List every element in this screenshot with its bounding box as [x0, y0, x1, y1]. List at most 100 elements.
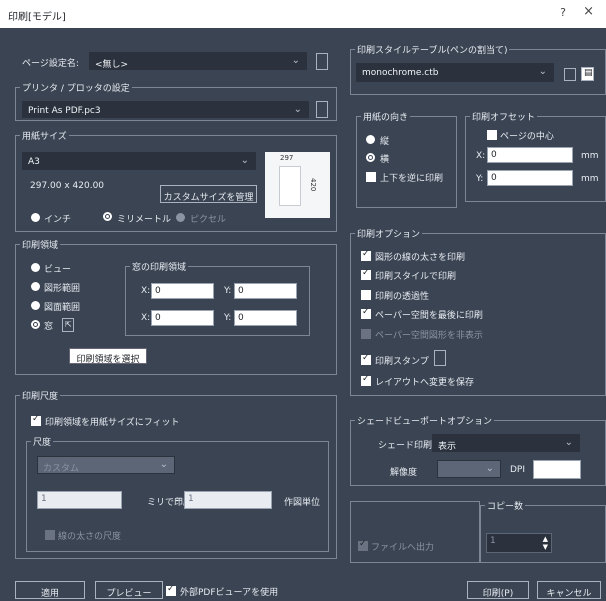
printer-properties-button[interactable]	[316, 101, 328, 118]
chevron-down-icon: ⌄	[293, 104, 302, 115]
external-pdf-viewer-label: 外部PDFビューアを使用	[180, 588, 279, 598]
offset-x-label: X:	[476, 151, 486, 161]
window-x2-input[interactable]: 0	[151, 310, 214, 326]
paper-preview-width: 297	[280, 154, 294, 162]
chevron-down-icon: ⌄	[240, 155, 249, 166]
unit-mm-label: ミリメートル	[117, 215, 172, 225]
save-layout-label: レイアウトへ変更を保存	[375, 378, 475, 388]
copies-input[interactable]: 1 ▲ ▼	[486, 533, 552, 553]
document-icon: ▤	[584, 68, 593, 78]
orientation-group: 用紙の向き	[356, 110, 457, 208]
fit-to-paper-checkbox[interactable]	[31, 414, 41, 426]
paperspace-last-checkbox[interactable]	[361, 307, 371, 319]
print-area-extents-label: 図形範囲	[44, 284, 81, 294]
plot-transparency-label: 印刷の透過性	[375, 292, 430, 302]
unit-mm-radio[interactable]	[103, 212, 112, 221]
print-area-window-radio[interactable]	[31, 320, 40, 329]
window-x1-value: 0	[155, 286, 161, 296]
preview-button[interactable]: プレビュー	[95, 581, 163, 599]
select-window-button[interactable]: ⇱	[62, 318, 74, 332]
unit-inch-radio[interactable]	[31, 213, 40, 222]
plot-stamp-checkbox[interactable]	[361, 353, 371, 365]
scale-lineweights-checkbox[interactable]	[45, 530, 55, 540]
center-plot-checkbox[interactable]	[487, 130, 497, 140]
manage-custom-size-button[interactable]: カスタムサイズを管理	[160, 185, 257, 203]
drawing-units-input[interactable]: 1	[184, 491, 272, 509]
scale-lineweights-label: 線の太さの尺度	[58, 532, 122, 542]
offset-x-value: 0	[491, 150, 497, 160]
upside-down-checkbox[interactable]	[366, 172, 376, 182]
orientation-legend: 用紙の向き	[361, 110, 411, 123]
apply-label: 適用	[40, 589, 59, 599]
print-area-limits-label: 図面範囲	[44, 303, 81, 313]
page-setup-add-button[interactable]	[316, 53, 328, 70]
printer-value: Print As PDF.pc3	[28, 106, 101, 116]
plot-transparency-checkbox[interactable]	[361, 290, 371, 300]
plot-styles-checkbox[interactable]	[361, 268, 371, 280]
window-x2-value: 0	[155, 313, 161, 323]
plot-to-file-checkbox[interactable]	[358, 539, 368, 551]
spinner-icon[interactable]: ▲ ▼	[543, 535, 548, 551]
quality-dropdown[interactable]: ⌄	[437, 460, 501, 478]
dpi-label: DPI	[510, 465, 526, 475]
paper-size-dropdown[interactable]: A3 ⌄	[22, 152, 256, 170]
apply-button[interactable]: 適用	[15, 581, 85, 599]
chevron-down-icon: ⌄	[291, 55, 300, 66]
window-y1-label: Y:	[224, 286, 232, 296]
shade-plot-label: シェード印刷	[378, 441, 433, 451]
window-x1-input[interactable]: 0	[151, 283, 214, 299]
print-button[interactable]: 印刷(P)	[467, 581, 529, 599]
manage-custom-size-label: カスタムサイズを管理	[163, 193, 254, 203]
chevron-down-icon: ⌄	[159, 459, 168, 470]
offset-y-input[interactable]: 0	[487, 170, 573, 186]
plot-offset-legend: 印刷オフセット	[470, 110, 538, 123]
style-table-new-button[interactable]: ▤	[581, 67, 594, 81]
shaded-viewport-legend: シェードビューポートオプション	[355, 414, 495, 427]
plot-lineweights-label: 図形の線の太さを印刷	[375, 253, 466, 263]
center-plot-label: ページの中心	[500, 132, 554, 142]
window-y1-value: 0	[238, 286, 244, 296]
shade-plot-dropdown[interactable]: 表示 ⌄	[432, 434, 580, 452]
preview-label: プレビュー	[106, 589, 152, 599]
offset-y-value: 0	[491, 173, 497, 183]
cancel-button[interactable]: キャンセル	[537, 581, 601, 599]
style-table-edit-button[interactable]	[564, 68, 576, 81]
help-button[interactable]: ?	[560, 6, 566, 19]
window-y2-input[interactable]: 0	[234, 310, 297, 326]
scale-dropdown[interactable]: カスタム ⌄	[37, 456, 175, 474]
page-setup-label: ページ設定名:	[22, 59, 79, 69]
upside-down-label: 上下を逆に印刷	[380, 174, 444, 184]
printer-legend: プリンタ / プロッタの設定	[20, 81, 132, 94]
page-setup-dropdown[interactable]: <無し> ⌄	[89, 52, 307, 70]
style-table-value: monochrome.ctb	[362, 68, 439, 78]
landscape-radio[interactable]	[366, 153, 375, 162]
select-area-tooltip: 印刷領域を選択	[69, 348, 147, 365]
dpi-input[interactable]	[533, 460, 581, 479]
scale-value: カスタム	[43, 464, 80, 474]
save-layout-checkbox[interactable]	[361, 374, 371, 386]
page-setup-value: <無し>	[95, 60, 129, 70]
plot-stamp-settings-button[interactable]	[434, 350, 446, 366]
print-area-view-radio[interactable]	[31, 263, 40, 272]
print-mm-input[interactable]: 1	[37, 491, 122, 509]
external-pdf-viewer-checkbox[interactable]	[166, 584, 176, 596]
print-area-legend: 印刷領域	[20, 238, 61, 251]
window-y2-value: 0	[238, 313, 244, 323]
landscape-label: 横	[380, 155, 390, 165]
hide-paperspace-label: ペーパー空間図形を非表示	[375, 331, 483, 341]
unit-pixel-radio[interactable]	[176, 213, 185, 222]
select-area-tooltip-text: 印刷領域を選択	[76, 355, 140, 365]
print-area-limits-radio[interactable]	[31, 301, 40, 310]
window-area-legend: 窓の印刷領域	[130, 260, 189, 273]
offset-x-input[interactable]: 0	[487, 147, 573, 163]
close-button[interactable]: ×	[583, 4, 594, 19]
window-y1-input[interactable]: 0	[234, 283, 297, 299]
plot-lineweights-checkbox[interactable]	[361, 249, 371, 261]
printer-dropdown[interactable]: Print As PDF.pc3 ⌄	[22, 101, 309, 118]
chevron-down-icon: ⌄	[485, 463, 494, 474]
print-area-extents-radio[interactable]	[31, 282, 40, 291]
style-table-dropdown[interactable]: monochrome.ctb ⌄	[356, 63, 554, 82]
portrait-radio[interactable]	[366, 135, 375, 144]
hide-paperspace-checkbox[interactable]	[361, 329, 371, 339]
print-scale-legend: 印刷尺度	[20, 389, 61, 402]
